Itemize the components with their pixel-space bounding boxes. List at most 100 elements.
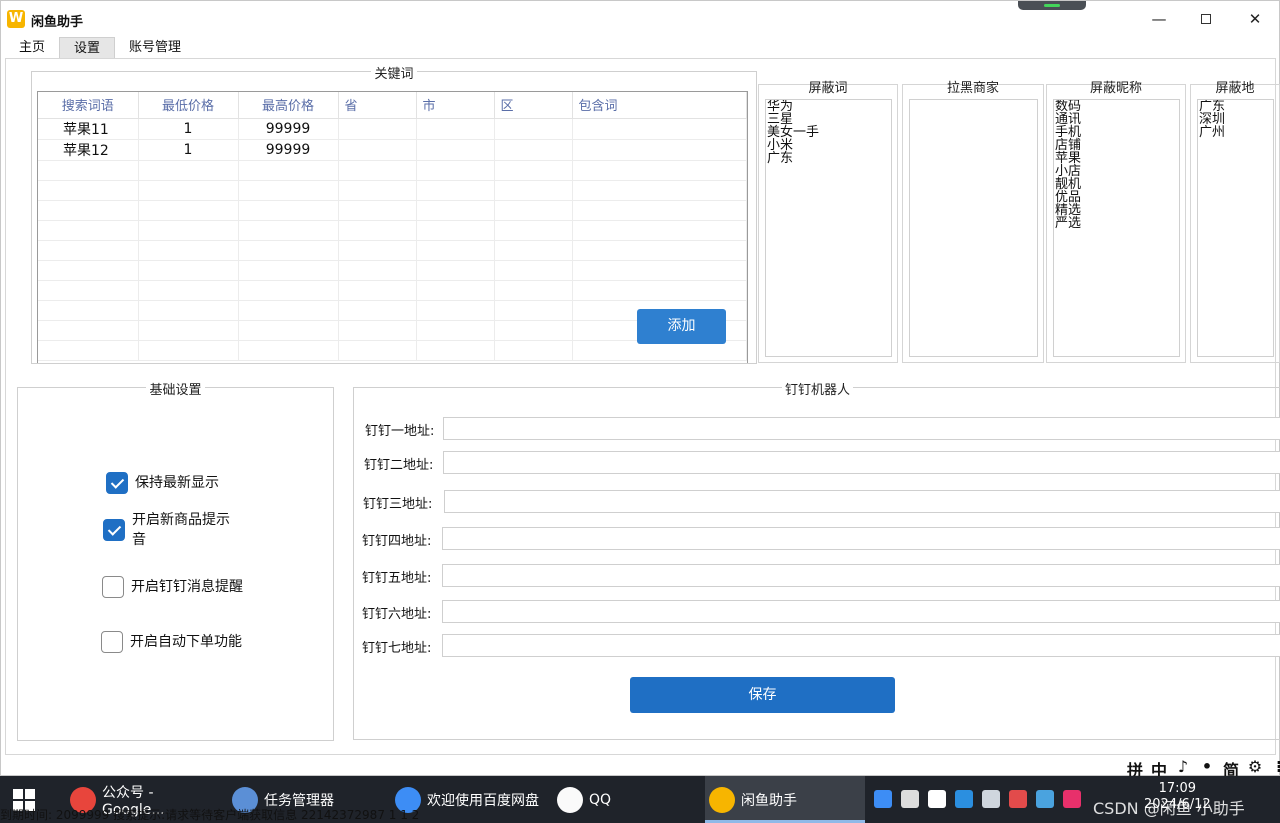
table-cell[interactable]	[494, 200, 573, 221]
tab-settings[interactable]: 设置	[59, 37, 116, 58]
table-cell[interactable]	[416, 200, 495, 221]
table-cell[interactable]	[238, 300, 339, 321]
table-cell[interactable]	[38, 200, 139, 221]
col-header[interactable]: 省	[338, 92, 417, 119]
table-cell[interactable]	[38, 180, 139, 201]
network-tray-icon[interactable]	[1036, 790, 1054, 808]
table-cell[interactable]	[494, 139, 573, 161]
table-cell[interactable]	[572, 180, 747, 201]
table-cell[interactable]	[416, 260, 495, 281]
table-row[interactable]	[38, 260, 747, 281]
table-cell[interactable]	[338, 200, 417, 221]
block-nick-textarea[interactable]: 数码 通讯 手机 店铺 苹果 小店 靓机 优品 精选 严选	[1053, 99, 1180, 357]
table-cell[interactable]	[494, 300, 573, 321]
dingding-6-input[interactable]	[442, 600, 1280, 623]
window-grip-handle[interactable]	[1018, 1, 1086, 10]
qq-tray-icon[interactable]	[901, 790, 919, 808]
table-cell[interactable]	[138, 320, 239, 341]
table-cell[interactable]	[238, 240, 339, 261]
col-header[interactable]: 区	[494, 92, 573, 119]
dingding-notify-checkbox[interactable]: 开启钉钉消息提醒	[102, 576, 243, 598]
table-cell[interactable]	[138, 340, 239, 361]
block-words-textarea[interactable]: 华为 三星 美女一手 小米 广东	[765, 99, 892, 357]
music-tray-icon[interactable]	[1063, 790, 1081, 808]
table-cell[interactable]	[38, 280, 139, 301]
table-cell[interactable]	[338, 118, 417, 140]
save-button[interactable]: 保存	[630, 677, 895, 713]
table-cell[interactable]: 苹果11	[38, 118, 139, 140]
tab-home[interactable]: 主页	[5, 37, 59, 58]
baidu-tray-icon[interactable]	[874, 790, 892, 808]
display-tray-icon[interactable]	[982, 790, 1000, 808]
table-cell[interactable]	[572, 160, 747, 181]
table-cell[interactable]	[416, 160, 495, 181]
table-cell[interactable]	[416, 300, 495, 321]
table-cell[interactable]	[572, 139, 747, 161]
table-cell[interactable]	[238, 160, 339, 181]
taskbar-item[interactable]: 闲鱼助手	[705, 776, 865, 823]
table-cell[interactable]	[38, 240, 139, 261]
blacklist-textarea[interactable]	[909, 99, 1038, 357]
table-cell[interactable]	[494, 220, 573, 241]
table-cell[interactable]	[416, 220, 495, 241]
col-header[interactable]: 市	[416, 92, 495, 119]
table-cell[interactable]	[138, 240, 239, 261]
table-cell[interactable]	[238, 220, 339, 241]
table-row[interactable]	[38, 200, 747, 221]
table-cell[interactable]	[338, 320, 417, 341]
table-cell[interactable]: 苹果12	[38, 139, 139, 161]
table-cell[interactable]	[138, 180, 239, 201]
table-row[interactable]	[38, 220, 747, 241]
table-cell[interactable]	[138, 220, 239, 241]
table-row[interactable]	[38, 180, 747, 201]
table-cell[interactable]	[494, 240, 573, 261]
dingding-3-input[interactable]	[444, 490, 1280, 513]
security-tray-icon[interactable]	[1009, 790, 1027, 808]
table-cell[interactable]	[138, 160, 239, 181]
table-cell[interactable]	[494, 280, 573, 301]
table-row[interactable]	[38, 280, 747, 301]
table-cell[interactable]	[38, 260, 139, 281]
table-cell[interactable]	[338, 340, 417, 361]
table-cell[interactable]	[572, 260, 747, 281]
table-cell[interactable]	[238, 340, 339, 361]
table-cell[interactable]	[338, 300, 417, 321]
col-header[interactable]: 最高价格	[238, 92, 339, 119]
add-keyword-button[interactable]: 添加	[637, 309, 726, 344]
table-cell[interactable]	[338, 160, 417, 181]
table-cell[interactable]	[138, 260, 239, 281]
table-cell[interactable]	[38, 320, 139, 341]
dingding-4-input[interactable]	[442, 527, 1280, 550]
table-cell[interactable]	[494, 118, 573, 140]
table-row[interactable]	[38, 240, 747, 261]
auto-order-checkbox[interactable]: 开启自动下单功能	[101, 631, 242, 653]
table-cell[interactable]	[38, 160, 139, 181]
minimize-button[interactable]: —	[1136, 5, 1182, 33]
table-cell[interactable]	[338, 220, 417, 241]
table-cell[interactable]	[572, 118, 747, 140]
col-header[interactable]: 最低价格	[138, 92, 239, 119]
table-cell[interactable]	[38, 340, 139, 361]
table-cell[interactable]	[416, 118, 495, 140]
table-cell[interactable]	[338, 240, 417, 261]
tab-accounts[interactable]: 账号管理	[115, 37, 195, 58]
table-cell[interactable]	[416, 320, 495, 341]
app-tray-icon[interactable]	[955, 790, 973, 808]
table-cell[interactable]	[416, 180, 495, 201]
title-bar[interactable]: W 闲鱼助手 — ✕	[1, 1, 1279, 37]
table-cell[interactable]	[338, 139, 417, 161]
table-cell[interactable]	[572, 220, 747, 241]
table-cell[interactable]	[338, 260, 417, 281]
table-cell[interactable]	[494, 180, 573, 201]
new-item-sound-checkbox[interactable]: 开启新商品提示音	[103, 510, 242, 550]
table-row[interactable]: 苹果11 1 99999	[38, 118, 747, 140]
table-cell[interactable]	[494, 320, 573, 341]
maximize-button[interactable]	[1183, 5, 1229, 33]
block-area-textarea[interactable]: 广东 深圳 广州	[1197, 99, 1274, 357]
table-cell[interactable]: 1	[138, 118, 239, 140]
table-cell[interactable]	[38, 300, 139, 321]
table-cell[interactable]	[416, 280, 495, 301]
table-cell[interactable]	[494, 340, 573, 361]
table-cell[interactable]	[338, 280, 417, 301]
table-cell[interactable]	[238, 260, 339, 281]
